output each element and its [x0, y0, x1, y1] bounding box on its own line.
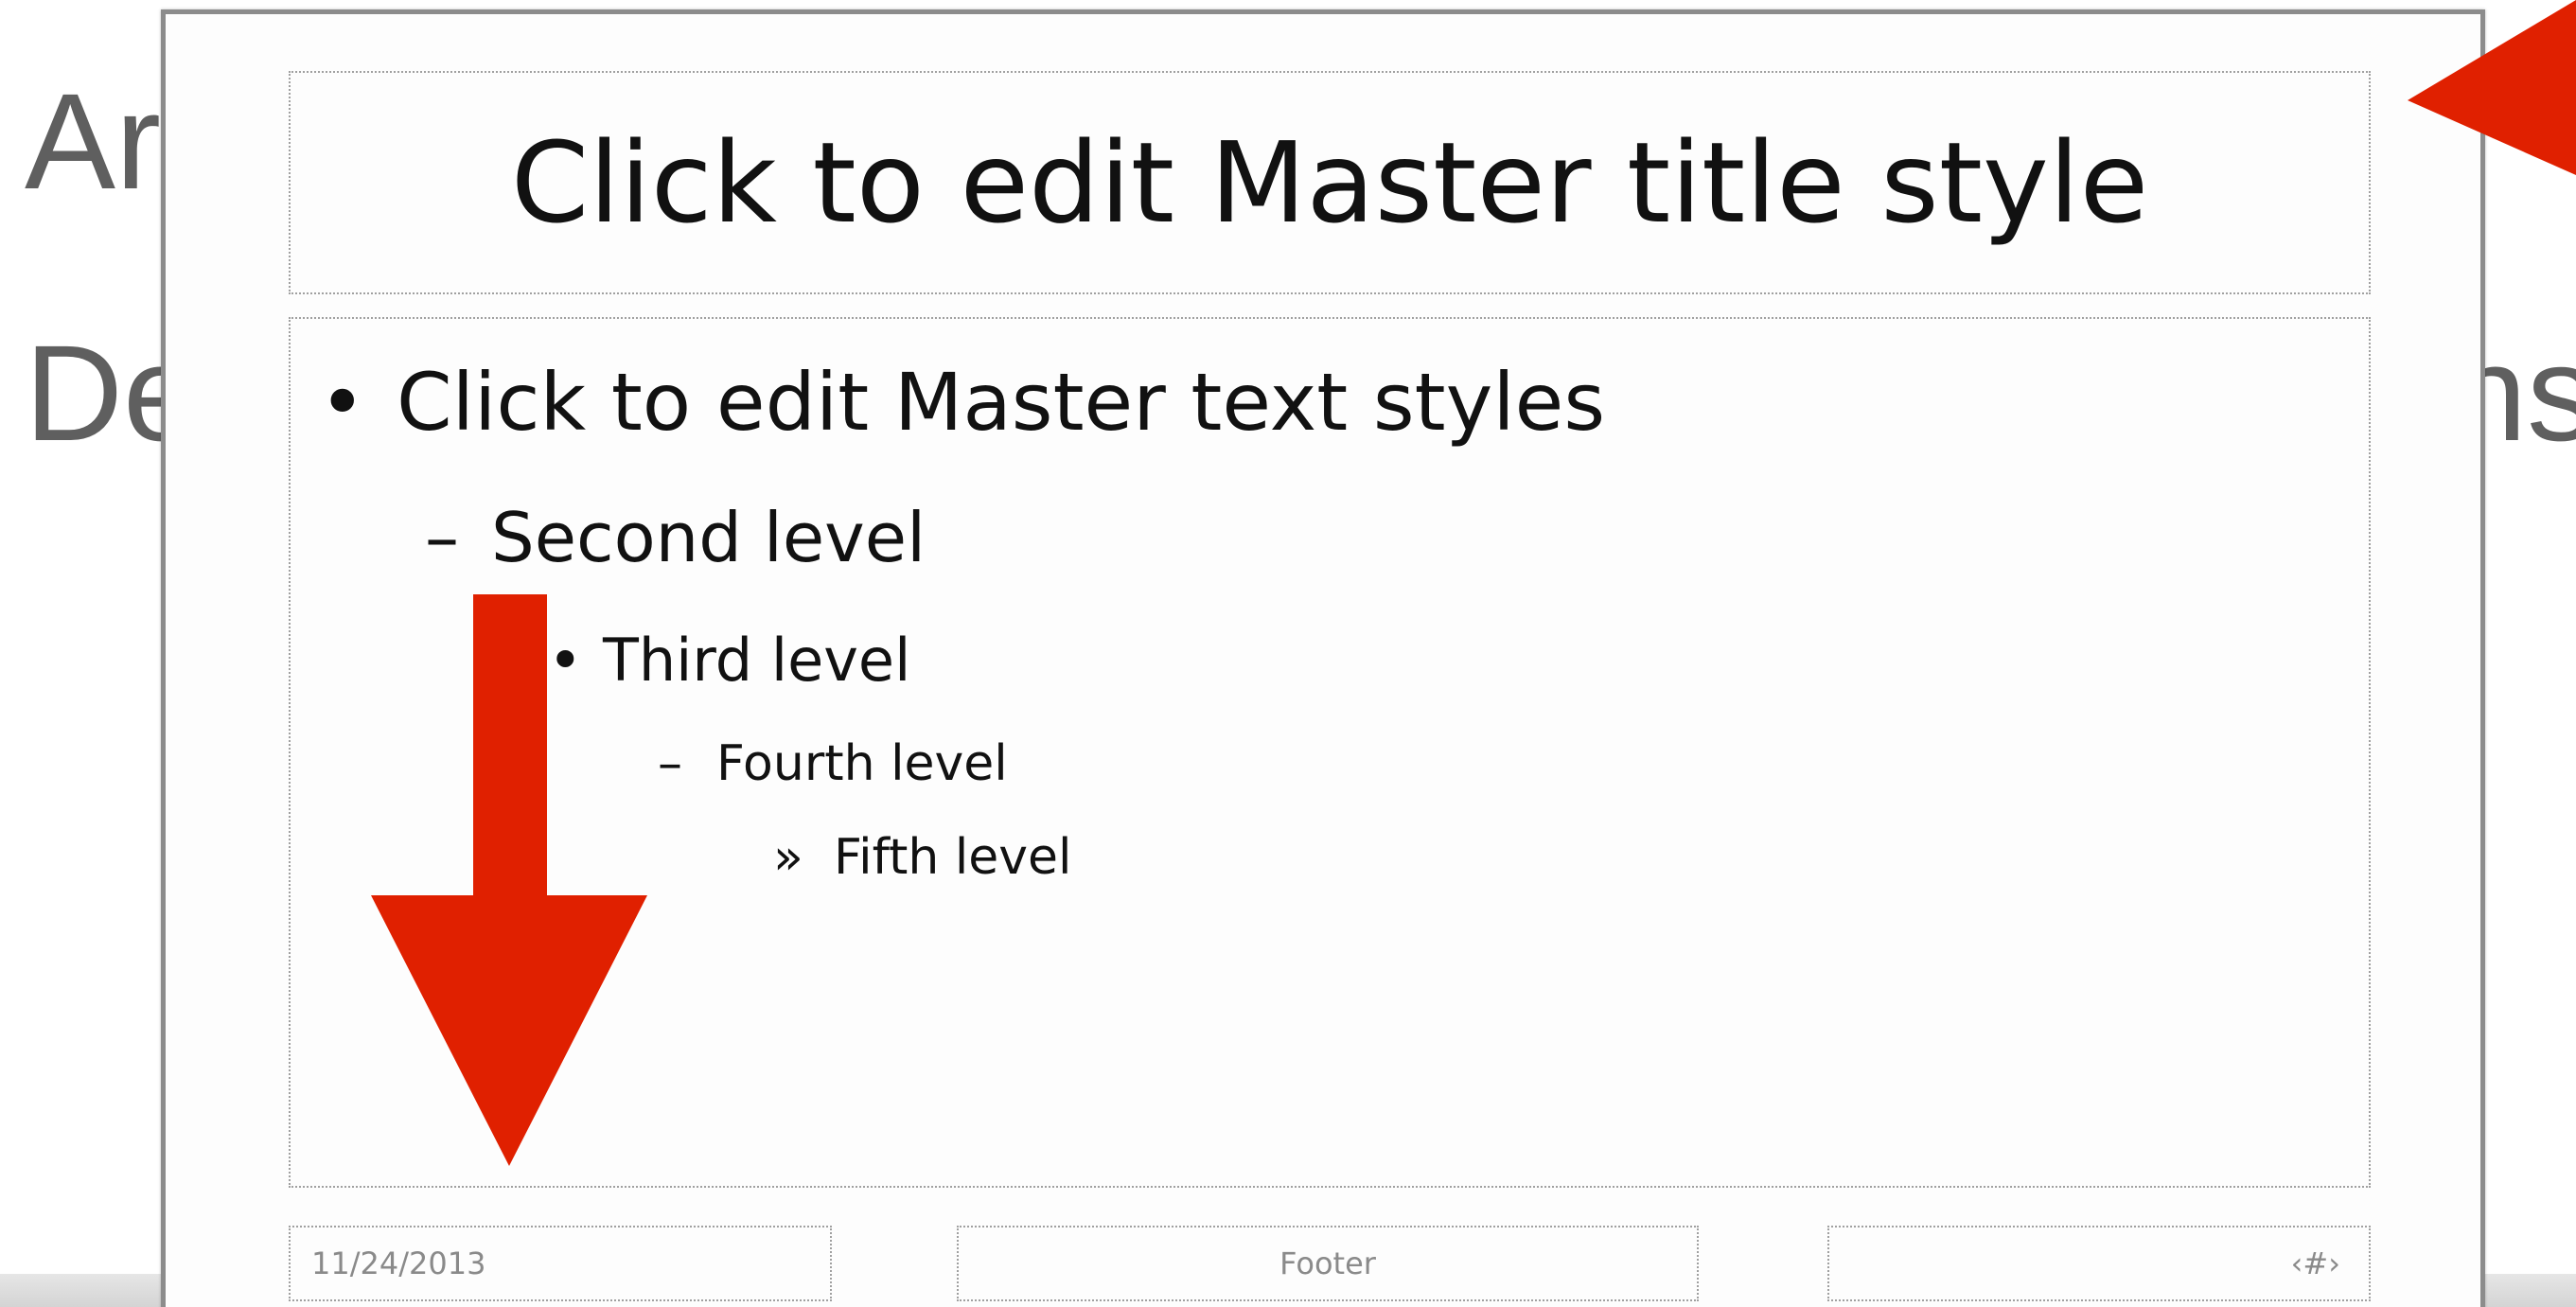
master-title-text: Click to edit Master title style [510, 117, 2149, 248]
dash-bullet-icon: – [658, 735, 682, 792]
title-placeholder[interactable]: Click to edit Master title style [289, 71, 2371, 294]
date-text: 11/24/2013 [311, 1245, 486, 1281]
double-chevron-bullet-icon: » [773, 829, 803, 886]
footer-text: Footer [1279, 1245, 1376, 1281]
body-level-5: » Fifth level [773, 833, 1072, 882]
body-level-4: – Fourth level [658, 739, 1008, 788]
dash-bullet-icon: – [425, 498, 459, 577]
body-level-4-text: Fourth level [716, 735, 1008, 792]
date-placeholder[interactable]: 11/24/2013 [289, 1226, 832, 1301]
down-arrow-icon [371, 594, 647, 1166]
body-level-2-text: Second level [491, 498, 926, 577]
slide-number-placeholder[interactable]: ‹#› [1827, 1226, 2371, 1301]
left-arrow-icon [2408, 0, 2576, 175]
background-slide-line1: Ar [25, 65, 161, 218]
body-level-1: • Click to edit Master text styles [319, 362, 1605, 442]
bullet-icon: • [319, 356, 366, 449]
screenshot-stage: Ar De ns Click to edit Master title styl… [0, 0, 2576, 1307]
footer-placeholder[interactable]: Footer [957, 1226, 1699, 1301]
body-level-5-text: Fifth level [834, 829, 1072, 886]
body-level-1-text: Click to edit Master text styles [397, 356, 1606, 449]
body-level-2: – Second level [425, 503, 926, 572]
slide-number-text: ‹#› [2290, 1245, 2340, 1281]
